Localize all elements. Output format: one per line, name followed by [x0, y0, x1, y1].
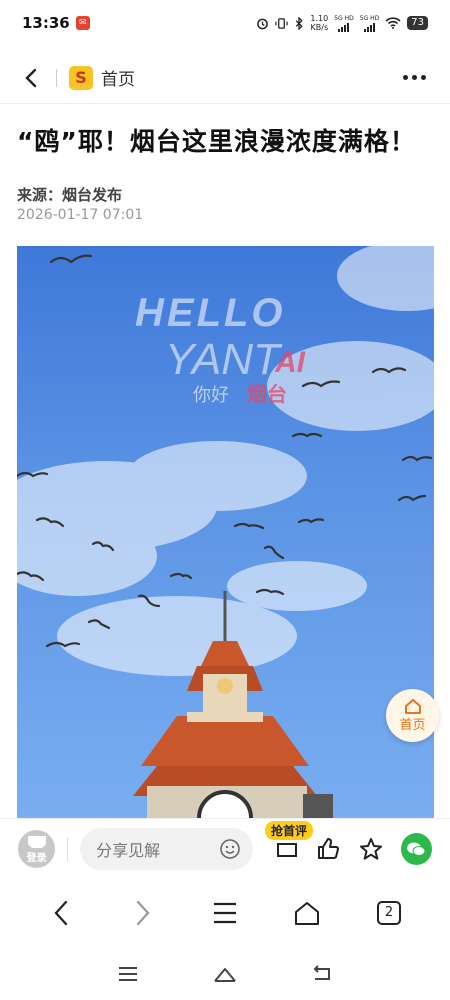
home-icon — [214, 968, 236, 982]
chevron-left-icon — [54, 900, 68, 926]
return-icon — [313, 965, 330, 980]
star-icon — [360, 837, 383, 860]
signal-bars-icon — [338, 22, 350, 32]
avatar-placeholder-icon — [28, 835, 46, 848]
article-title: “鸥”耶！烟台这里浪漫浓度满格！ — [17, 127, 416, 156]
thumbs-up-icon — [317, 837, 339, 859]
login-label: 登录 — [26, 852, 47, 864]
network-speed: 1.10 KB/s — [310, 14, 328, 32]
home-icon — [295, 902, 319, 925]
article-image[interactable]: HELLO YANT AI 你好 烟台 — [17, 246, 434, 818]
comment-icon — [276, 842, 297, 857]
wifi-icon — [385, 17, 401, 29]
tabs-count: 2 — [377, 901, 401, 925]
favorite-button[interactable] — [353, 831, 388, 867]
image-text-yant: YANT — [165, 335, 283, 384]
top-nav: S 首页 — [0, 52, 450, 104]
system-home-button[interactable] — [209, 958, 241, 990]
network-speed-value: 1.10 — [310, 14, 329, 23]
image-text-yantai: 烟台 — [247, 382, 287, 406]
status-time: 13:36 — [22, 14, 70, 32]
app-logo-icon[interactable]: S — [69, 65, 93, 90]
floating-home-button[interactable]: 首页 — [386, 689, 439, 742]
status-bar: 13:36 ✉ 1.10 KB/s 5G HD 5G HD 73 — [0, 0, 450, 46]
system-nav-bar — [0, 948, 450, 1000]
wechat-icon — [407, 842, 426, 856]
first-comment-badge: 抢首评 — [265, 820, 314, 840]
nav-divider — [56, 68, 57, 87]
image-text-nihao: 你好 — [193, 385, 229, 406]
emoji-icon[interactable] — [219, 838, 241, 860]
browser-toolbar: 2 — [0, 880, 450, 946]
comment-input[interactable]: 分享见解 — [80, 827, 253, 870]
nav-home-label[interactable]: 首页 — [101, 65, 135, 90]
article-source[interactable]: 来源：烟台发布 — [17, 184, 122, 205]
article-date: 2026-01-17 07:01 — [17, 207, 144, 223]
menu-icon — [119, 967, 138, 981]
battery-indicator: 73 — [407, 16, 428, 30]
more-dot-icon — [421, 75, 426, 80]
more-dot-icon — [412, 75, 417, 80]
more-dot-icon — [403, 75, 408, 80]
image-text-ai: AI — [274, 346, 306, 379]
browser-forward-button[interactable] — [123, 893, 163, 933]
article-image-illustration: HELLO YANT AI 你好 烟台 — [17, 246, 434, 818]
chevron-left-icon — [25, 68, 37, 87]
comments-button[interactable]: 抢首评 — [265, 820, 314, 867]
back-button[interactable] — [20, 67, 42, 89]
wechat-share-button[interactable] — [400, 832, 433, 865]
comment-bar: 登录 分享见解 抢首评 — [0, 818, 450, 878]
login-avatar-button[interactable]: 登录 — [18, 829, 56, 868]
comment-bar-divider — [67, 836, 69, 861]
browser-home-button[interactable] — [287, 893, 327, 933]
signal-2: 5G HD — [359, 14, 380, 32]
app-notification-icon: ✉ — [75, 16, 90, 30]
signal-label-2: 5G HD — [359, 14, 380, 22]
comment-input-placeholder: 分享见解 — [96, 840, 161, 860]
bluetooth-icon — [296, 16, 304, 30]
browser-tabs-button[interactable]: 2 — [369, 893, 409, 933]
floating-home-label: 首页 — [399, 718, 426, 733]
image-text-hello: HELLO — [135, 291, 286, 335]
signal-1: 5G HD — [334, 15, 354, 32]
system-back-button[interactable] — [306, 958, 338, 990]
menu-icon — [214, 902, 236, 924]
alarm-icon — [257, 18, 269, 29]
browser-menu-button[interactable] — [205, 893, 245, 933]
like-button[interactable] — [310, 831, 345, 867]
signal-bars-icon — [364, 22, 375, 32]
more-options-button[interactable] — [399, 71, 430, 84]
network-speed-unit: KB/s — [310, 23, 329, 32]
chevron-right-icon — [136, 900, 150, 926]
system-menu-button[interactable] — [112, 958, 144, 990]
home-icon — [404, 699, 421, 714]
signal-label-1: 5G HD — [334, 14, 354, 22]
vibrate-icon — [275, 17, 289, 29]
browser-back-button[interactable] — [41, 893, 81, 933]
